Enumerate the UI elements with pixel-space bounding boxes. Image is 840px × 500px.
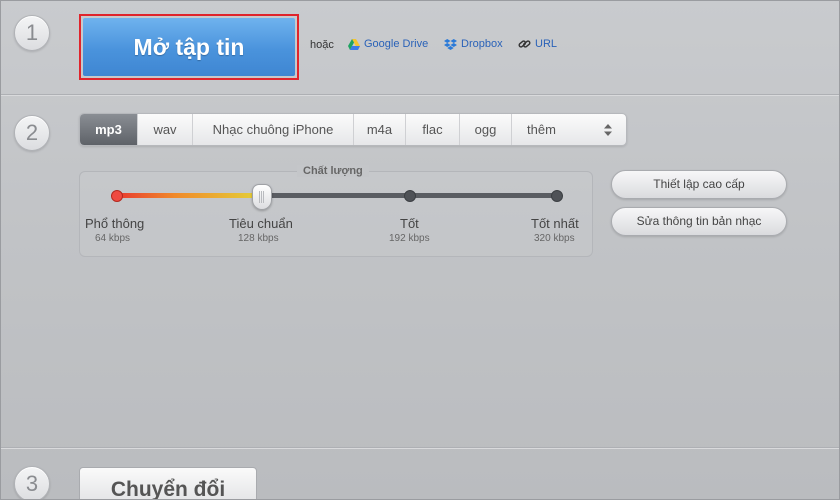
quality-stop-good[interactable] (404, 190, 416, 202)
section-divider-2 (0, 447, 840, 449)
more-formats-select[interactable]: thêm (512, 114, 626, 145)
open-file-button[interactable]: Mở tập tin (83, 18, 295, 76)
quality-title: Chất lượng (297, 165, 369, 177)
quality-level-label: Tốt nhất (531, 216, 579, 231)
section-divider-1 (0, 94, 840, 96)
quality-level-bitrate: 64 kbps (95, 233, 131, 244)
dropbox-icon (444, 38, 457, 50)
google-drive-icon (348, 38, 360, 50)
quality-level-bitrate: 128 kbps (238, 233, 279, 244)
url-label: URL (535, 38, 558, 50)
quality-slider-fill (117, 193, 262, 198)
quality-level-bitrate: 192 kbps (389, 233, 430, 244)
quality-stop-best[interactable] (551, 190, 563, 202)
step-3-number: 3 (14, 466, 50, 500)
tab-m4a[interactable]: m4a (354, 114, 406, 145)
quality-level-label: Phổ thông (85, 216, 145, 231)
link-icon (518, 40, 531, 48)
quality-level-label: Tốt (400, 216, 419, 231)
advanced-settings-button[interactable]: Thiết lập cao cấp (611, 170, 787, 199)
quality-stop-common[interactable] (111, 190, 123, 202)
quality-level-bitrate: 320 kbps (534, 233, 575, 244)
dropbox-label: Dropbox (461, 38, 503, 50)
tab-flac[interactable]: flac (406, 114, 460, 145)
quality-level-label: Tiêu chuẩn (229, 216, 293, 231)
step-1-number: 1 (14, 15, 50, 51)
tab-wav[interactable]: wav (138, 114, 193, 145)
edit-track-info-button[interactable]: Sửa thông tin bản nhạc (611, 207, 787, 236)
step-2-number: 2 (14, 115, 50, 151)
google-drive-label: Google Drive (364, 38, 429, 50)
tab-iphone-ringtone[interactable]: Nhạc chuông iPhone (193, 114, 354, 145)
format-tabs: mp3 wav Nhạc chuông iPhone m4a flac ogg … (79, 113, 627, 146)
dropbox-link[interactable]: Dropbox (444, 38, 503, 50)
up-down-arrows-icon (604, 123, 612, 136)
quality-slider-thumb[interactable] (252, 184, 272, 210)
tab-ogg[interactable]: ogg (460, 114, 512, 145)
url-link[interactable]: URL (518, 38, 557, 50)
convert-button[interactable]: Chuyển đổi (79, 467, 257, 500)
tab-mp3[interactable]: mp3 (80, 114, 138, 145)
quality-panel (79, 171, 593, 257)
google-drive-link[interactable]: Google Drive (348, 38, 428, 50)
or-text: hoặc (310, 39, 334, 51)
more-formats-label: thêm (527, 122, 556, 137)
